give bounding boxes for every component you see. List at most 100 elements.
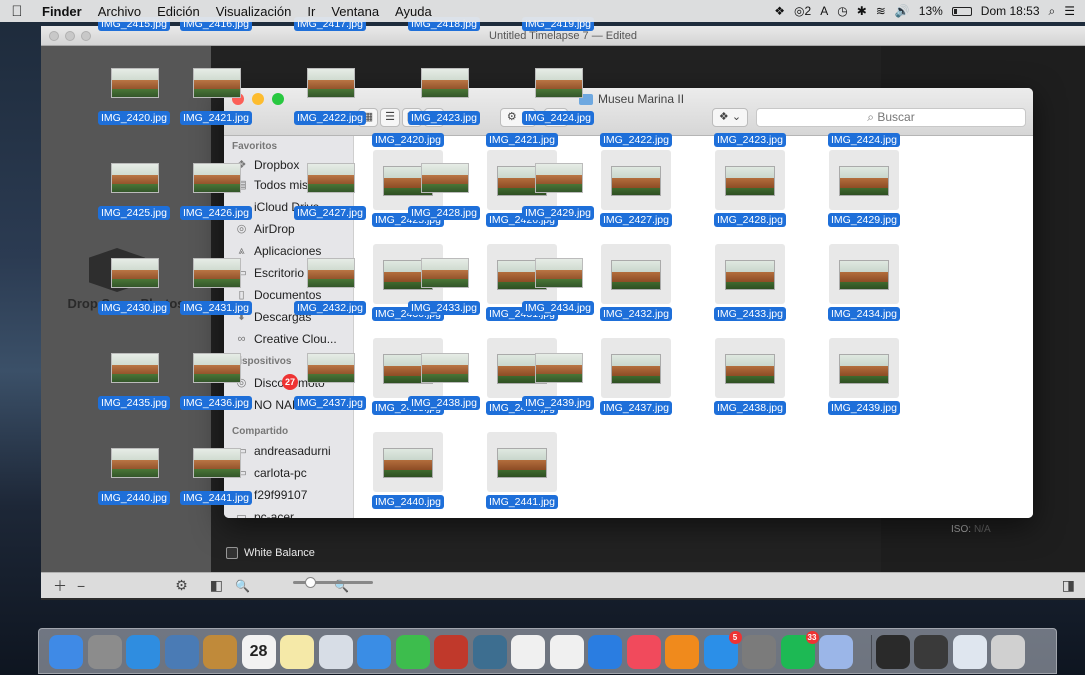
numbers-icon[interactable] xyxy=(549,635,584,669)
downloads-folder-icon[interactable] xyxy=(952,635,987,669)
add-icon[interactable]: ＋ xyxy=(53,576,67,596)
dragged-file-icon[interactable]: IMG_2440.jpg xyxy=(90,446,178,520)
messages-icon[interactable] xyxy=(357,635,391,669)
dragged-file-icon[interactable]: IMG_2426.jpg xyxy=(172,161,260,235)
app-store-icon[interactable]: 5 xyxy=(703,631,742,669)
clock[interactable]: Dom 18:53 xyxy=(981,4,1040,18)
file-thumbnail[interactable]: IMG_2440.jpg xyxy=(364,432,452,516)
contacts-icon[interactable] xyxy=(203,635,237,669)
dragged-file-icon[interactable]: IMG_2423.jpg xyxy=(400,66,488,140)
safari-icon[interactable] xyxy=(126,635,160,669)
dragged-file-icon[interactable]: IMG_2441.jpg xyxy=(172,446,260,520)
dragged-file-icon[interactable]: IMG_2424.jpg xyxy=(514,66,602,140)
apple-icon[interactable]:  xyxy=(0,3,34,20)
menu-ventana[interactable]: Ventana xyxy=(323,4,387,19)
zoom-out-icon[interactable]: 🔍 xyxy=(235,579,250,593)
notes-icon[interactable] xyxy=(280,635,314,669)
gear-icon[interactable]: ⚙ xyxy=(175,577,188,594)
file-name[interactable]: IMG_2428.jpg xyxy=(706,212,794,227)
battery-percent[interactable]: 13% xyxy=(919,4,943,18)
photo-booth-icon[interactable] xyxy=(434,635,468,669)
calendar-icon[interactable]: 28 xyxy=(241,635,276,669)
dragged-file-icon[interactable]: IMG_2432.jpg xyxy=(286,256,374,330)
menu-finder[interactable]: Finder xyxy=(34,4,90,19)
dragged-file-icon[interactable]: IMG_2435.jpg xyxy=(90,351,178,425)
file-name[interactable]: IMG_2440.jpg xyxy=(364,494,452,509)
keynote-edit-icon[interactable] xyxy=(511,635,545,669)
finder-icon[interactable] xyxy=(49,635,83,669)
file-thumbnail[interactable]: IMG_2432.jpg xyxy=(592,244,680,328)
menu-ayuda[interactable]: Ayuda xyxy=(387,4,440,19)
file-thumbnail[interactable]: IMG_2429.jpg xyxy=(820,150,908,234)
file-name[interactable]: IMG_2432.jpg xyxy=(592,306,680,321)
file-thumbnail[interactable]: IMG_2438.jpg xyxy=(706,338,794,422)
file-name[interactable]: IMG_2429.jpg xyxy=(820,212,908,227)
dragged-file-icon[interactable]: IMG_2420.jpg xyxy=(90,66,178,140)
zoom-slider[interactable] xyxy=(293,577,373,588)
menu-archivo[interactable]: Archivo xyxy=(90,4,149,19)
close-button[interactable] xyxy=(49,31,59,41)
dragged-file-icon[interactable]: IMG_2427.jpg xyxy=(286,161,374,235)
file-thumbnail[interactable]: IMG_2427.jpg xyxy=(592,150,680,234)
launchpad-icon[interactable] xyxy=(87,635,122,669)
sidebar-toggle-icon[interactable]: ◧ xyxy=(210,577,223,594)
trash-icon[interactable] xyxy=(991,635,1025,669)
file-thumbnail[interactable]: IMG_2441.jpg xyxy=(478,432,566,516)
file-thumbnail[interactable]: IMG_2437.jpg xyxy=(592,338,680,422)
itunes-icon[interactable] xyxy=(626,635,661,669)
dragged-file-icon[interactable]: IMG_2428.jpg xyxy=(400,161,488,235)
file-thumbnail[interactable]: IMG_2433.jpg xyxy=(706,244,794,328)
dragged-file-icon[interactable]: IMG_2434.jpg xyxy=(514,256,602,330)
file-name[interactable]: IMG_2437.jpg xyxy=(592,400,680,415)
dragged-file-icon[interactable]: IMG_2421.jpg xyxy=(172,66,260,140)
file-thumbnail[interactable]: IMG_2439.jpg xyxy=(820,338,908,422)
file-name-partial[interactable]: IMG_2422.jpg xyxy=(592,132,680,147)
dragged-file-icon[interactable]: IMG_2436.jpg xyxy=(172,351,260,425)
dragged-file-icon[interactable]: IMG_2433.jpg xyxy=(400,256,488,330)
wifi-icon[interactable]: ≋ xyxy=(876,4,886,18)
volume-icon[interactable]: 🔊 xyxy=(895,4,910,18)
file-name[interactable]: IMG_2441.jpg xyxy=(478,494,566,509)
screen-icon[interactable] xyxy=(914,635,948,669)
file-name[interactable]: IMG_2433.jpg xyxy=(706,306,794,321)
menu-edicion[interactable]: Edición xyxy=(149,4,208,19)
dropbox-icon[interactable]: ❖ xyxy=(774,4,785,18)
remove-icon[interactable]: − xyxy=(77,578,85,594)
iphoto-icon[interactable] xyxy=(472,635,507,669)
preview-alt-icon[interactable] xyxy=(819,635,853,669)
preview-icon[interactable] xyxy=(164,635,199,669)
zoom-slider-knob[interactable] xyxy=(305,577,316,588)
bluetooth-icon[interactable]: ✱ xyxy=(857,4,867,18)
file-name[interactable]: IMG_2438.jpg xyxy=(706,400,794,415)
dropbox-toolbar-button[interactable]: ❖ ⌄ xyxy=(712,108,748,127)
search-input[interactable]: ⌕ Buscar xyxy=(756,108,1026,127)
finder-zoom-button[interactable] xyxy=(272,93,284,105)
file-thumbnail[interactable]: IMG_2428.jpg xyxy=(706,150,794,234)
adobe-icon[interactable]: A xyxy=(820,4,828,18)
white-balance-option[interactable]: White Balance xyxy=(226,547,315,559)
dragged-file-icon[interactable]: IMG_2431.jpg xyxy=(172,256,260,330)
dragged-file-icon[interactable]: IMG_2439.jpg xyxy=(514,351,602,425)
ibooks-icon[interactable] xyxy=(665,635,699,669)
sidebar-item-creative-cloud[interactable]: ∞ Creative Clou... xyxy=(235,332,337,346)
file-name-partial[interactable]: IMG_2424.jpg xyxy=(820,132,908,147)
dragged-file-icon[interactable]: IMG_2422.jpg xyxy=(286,66,374,140)
file-name[interactable]: IMG_2427.jpg xyxy=(592,212,680,227)
spotify-icon[interactable]: 33 xyxy=(780,631,819,669)
photos-viewer-icon[interactable] xyxy=(318,635,353,669)
photo-app-icon[interactable] xyxy=(875,635,910,669)
menu-visualizacion[interactable]: Visualización xyxy=(208,4,300,19)
file-thumbnail[interactable]: IMG_2434.jpg xyxy=(820,244,908,328)
minimize-button[interactable] xyxy=(65,31,75,41)
file-name[interactable]: IMG_2439.jpg xyxy=(820,400,908,415)
system-preferences-icon[interactable] xyxy=(742,635,776,669)
file-name-partial[interactable]: IMG_2423.jpg xyxy=(706,132,794,147)
white-balance-checkbox[interactable] xyxy=(226,547,238,559)
menu-ir[interactable]: Ir xyxy=(299,4,323,19)
dragged-file-icon[interactable]: IMG_2438.jpg xyxy=(400,351,488,425)
list-view-button[interactable]: ☰ xyxy=(380,108,400,127)
dragged-file-icon[interactable]: IMG_2429.jpg xyxy=(514,161,602,235)
facetime-icon[interactable] xyxy=(395,635,430,669)
notification-center-icon[interactable]: ☰ xyxy=(1064,4,1075,18)
spotlight-icon[interactable]: ⌕ xyxy=(1049,4,1056,19)
